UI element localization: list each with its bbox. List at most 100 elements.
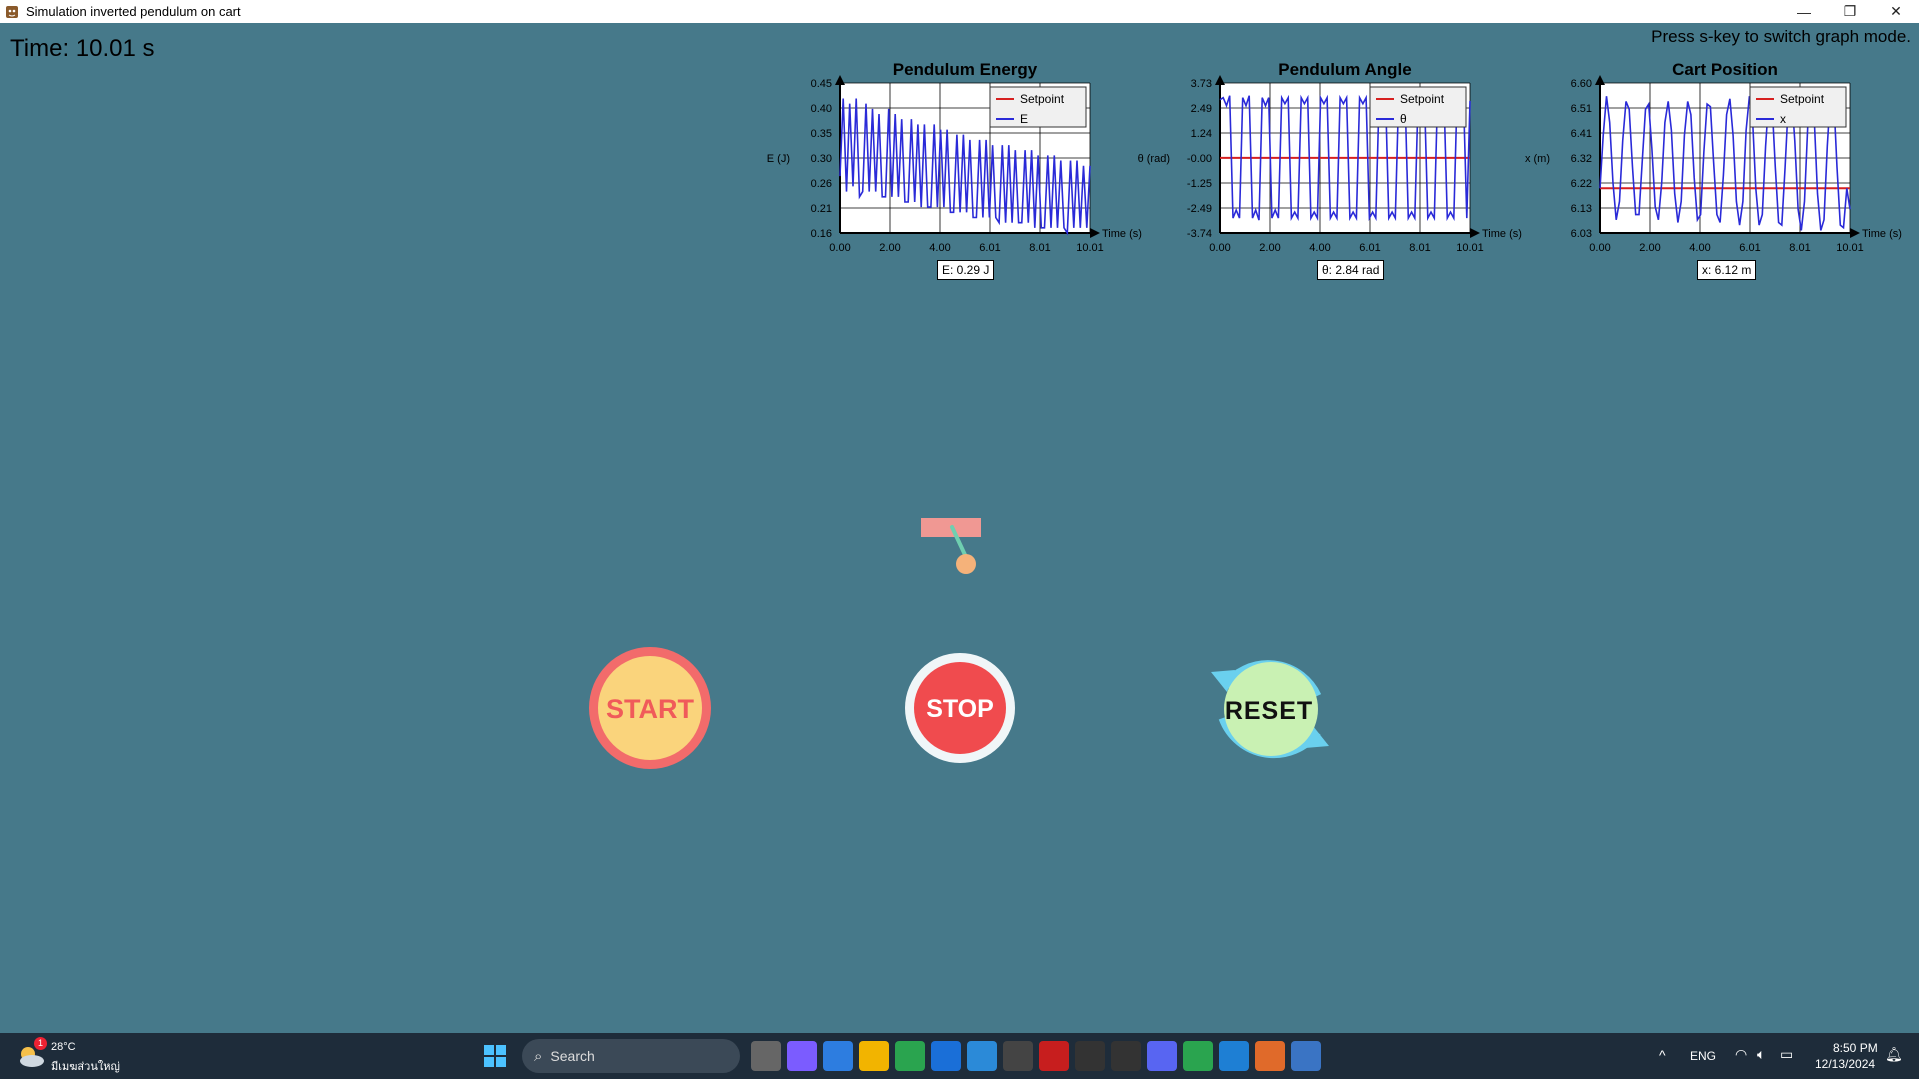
taskbar-app-chrome-profile-icon[interactable]: [1183, 1041, 1213, 1071]
stop-button[interactable]: STOP: [904, 652, 1016, 764]
x-tick-label: 4.00: [1689, 242, 1710, 254]
taskbar-app-chrome-icon[interactable]: [895, 1041, 925, 1071]
start-button-graphic: START: [589, 647, 711, 769]
y-tick-label: 6.60: [1571, 78, 1592, 90]
taskbar-app-vs-code-icon[interactable]: [1219, 1041, 1249, 1071]
y-tick-label: 0.35: [811, 128, 832, 140]
taskbar-app-mon-icon[interactable]: [931, 1041, 961, 1071]
reset-button-graphic: RESET: [1211, 660, 1329, 759]
window-title: Simulation inverted pendulum on cart: [26, 4, 241, 19]
taskbar-app-ide-icon[interactable]: [967, 1041, 997, 1071]
taskbar-search[interactable]: ⌕ Search: [522, 1039, 740, 1073]
taskbar-app-matlab-icon[interactable]: [1255, 1041, 1285, 1071]
x-tick-label: 6.01: [979, 242, 1000, 254]
x-tick-label: 2.00: [1639, 242, 1660, 254]
value-readout: E: 0.29 J: [937, 260, 995, 280]
x-tick-label: 8.01: [1789, 242, 1810, 254]
graph-title: Pendulum Angle: [1278, 60, 1412, 79]
y-tick-label: 2.49: [1191, 103, 1212, 115]
search-placeholder: Search: [550, 1048, 595, 1064]
close-button[interactable]: ✕: [1873, 0, 1919, 23]
minimize-button[interactable]: —: [1781, 0, 1827, 23]
y-tick-label: -2.49: [1187, 203, 1212, 215]
x-axis-arrow: [1090, 228, 1100, 238]
taskbar-app-files-icon[interactable]: [859, 1041, 889, 1071]
tray-chevron-icon[interactable]: ^: [1659, 1047, 1666, 1063]
taskbar-app-microsoft-store-icon[interactable]: [823, 1041, 853, 1071]
taskbar-app-steam-icon[interactable]: [1075, 1041, 1105, 1071]
x-axis-label: Time (s): [1862, 228, 1902, 240]
taskbar-app-discord-icon[interactable]: [1147, 1041, 1177, 1071]
restore-button[interactable]: ❐: [1827, 0, 1873, 23]
legend-label: θ: [1400, 112, 1407, 126]
y-tick-label: -3.74: [1187, 228, 1212, 240]
x-axis-label: Time (s): [1102, 228, 1142, 240]
pendulum-bob: [956, 554, 976, 574]
y-tick-label: 0.16: [811, 228, 832, 240]
y-tick-label: 0.40: [811, 103, 832, 115]
taskbar-app-obs-icon[interactable]: [1003, 1041, 1033, 1071]
value-readout: x: 6.12 m: [1697, 260, 1757, 280]
value-readout: θ: 2.84 rad: [1317, 260, 1385, 280]
reset-label: RESET: [1225, 697, 1313, 725]
y-axis-arrow: [1595, 75, 1605, 85]
y-tick-label: -0.00: [1187, 153, 1212, 165]
x-tick-label: 2.00: [879, 242, 900, 254]
graph-svg: Cart Position 6.60 6.51 6.41 6.32 6.22 6.13 6.0…: [1525, 60, 1902, 254]
y-tick-label: 6.41: [1571, 128, 1592, 140]
y-axis-arrow: [1215, 75, 1225, 85]
y-axis-arrow: [835, 75, 845, 85]
x-axis-arrow: [1470, 228, 1480, 238]
x-tick-label: 4.00: [929, 242, 950, 254]
x-tick-label: 0.00: [829, 242, 850, 254]
language-indicator[interactable]: ENG: [1690, 1049, 1716, 1063]
x-tick-label: 0.00: [1589, 242, 1610, 254]
start-button[interactable]: START: [588, 646, 712, 770]
graph-2: Cart Position 6.60 6.51 6.41 6.32 6.22 6.13 6.0…: [1520, 43, 1902, 280]
y-tick-label: 6.51: [1571, 103, 1592, 115]
window-titlebar: Simulation inverted pendulum on cart — ❐…: [0, 0, 1919, 23]
y-axis-label: E (J): [767, 153, 790, 165]
weather-widget[interactable]: 1 28°C มีเมฆส่วนใหญ่: [16, 1037, 126, 1073]
y-tick-label: 6.32: [1571, 153, 1592, 165]
y-tick-label: 0.26: [811, 178, 832, 190]
stop-button-graphic: STOP: [905, 653, 1015, 763]
clock-time[interactable]: 8:50 PM: [1833, 1041, 1878, 1055]
y-tick-label: 6.13: [1571, 203, 1592, 215]
y-axis-label: θ (rad): [1138, 153, 1170, 165]
volume-icon[interactable]: 🔈︎: [1757, 1046, 1765, 1063]
pendulum-scene: [921, 518, 981, 574]
graph-svg: Pendulum Energy 0.45 0.40 0.35 0.30 0.26 0.21 0…: [767, 60, 1142, 254]
x-tick-label: 10.01: [1836, 242, 1864, 254]
graph-title: Pendulum Energy: [893, 60, 1038, 79]
reset-button[interactable]: RESET: [1205, 646, 1335, 772]
y-tick-label: 6.03: [1571, 228, 1592, 240]
search-icon: ⌕: [534, 1047, 543, 1065]
taskbar: 1 28°C มีเมฆส่วนใหญ่ ⌕ Search ^ ENG ◠ 🔈︎…: [0, 1033, 1919, 1079]
time-readout: Time: 10.01 s: [10, 35, 155, 62]
y-tick-label: -1.25: [1187, 178, 1212, 190]
y-tick-label: 3.73: [1191, 78, 1212, 90]
y-axis-label: x (m): [1525, 153, 1550, 165]
x-axis-arrow: [1850, 228, 1860, 238]
legend-label: Setpoint: [1020, 92, 1065, 106]
legend-label: x: [1780, 112, 1786, 126]
battery-icon[interactable]: ▭: [1780, 1046, 1793, 1063]
start-menu-button[interactable]: [483, 1044, 507, 1068]
graph-svg: Pendulum Angle 3.73 2.49 1.24 -0.00 -1.25 -2.4…: [1138, 60, 1522, 254]
legend-label: E: [1020, 112, 1028, 126]
x-tick-label: 2.00: [1259, 242, 1280, 254]
clock-date[interactable]: 12/13/2024: [1815, 1057, 1875, 1071]
x-tick-label: 8.01: [1029, 242, 1050, 254]
taskbar-app-copilot-icon[interactable]: [787, 1041, 817, 1071]
taskbar-app-github-icon[interactable]: [1111, 1041, 1141, 1071]
wifi-icon[interactable]: ◠: [1735, 1046, 1747, 1063]
x-tick-label: 10.01: [1456, 242, 1484, 254]
legend-label: Setpoint: [1780, 92, 1825, 106]
taskbar-app-python-icon[interactable]: [1291, 1041, 1321, 1071]
taskbar-app-sw-2024-icon[interactable]: [1039, 1041, 1069, 1071]
taskbar-app-file-explorer-icon[interactable]: [751, 1041, 781, 1071]
notification-bell-icon[interactable]: 🔔︎: [1885, 1046, 1903, 1063]
y-tick-label: 0.45: [811, 78, 832, 90]
legend-label: Setpoint: [1400, 92, 1445, 106]
